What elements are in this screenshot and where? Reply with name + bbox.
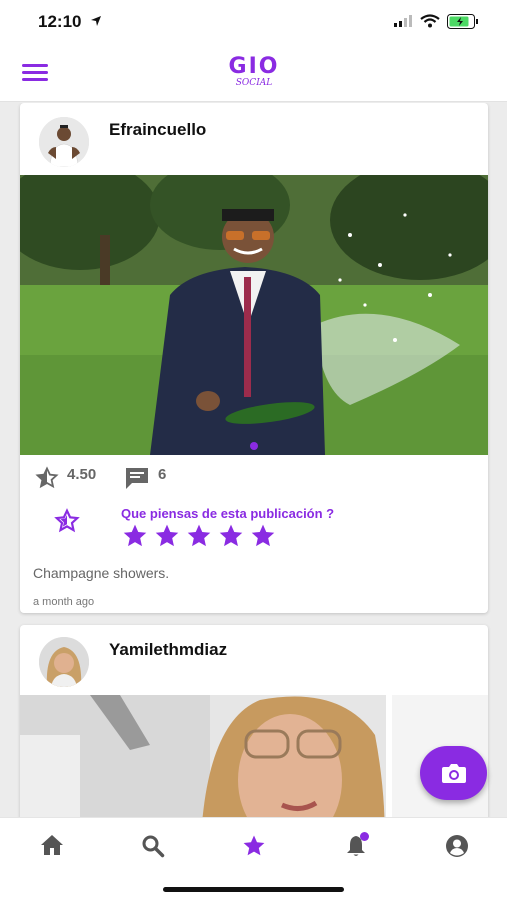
search-icon <box>142 835 165 858</box>
post-card: Efraincuello 4.50 6 Que piensas de esta … <box>20 103 488 613</box>
post-username[interactable]: Efraincuello <box>109 120 206 140</box>
cellular-signal-icon <box>394 15 412 27</box>
home-indicator <box>163 887 344 892</box>
star-icon <box>243 835 265 856</box>
rating-star-5-icon[interactable] <box>250 523 276 549</box>
post-photo[interactable] <box>20 695 488 817</box>
bottom-navigation <box>0 817 507 900</box>
star-rating-input[interactable] <box>122 523 276 549</box>
carousel-indicator-dot <box>250 442 258 450</box>
comment-count: 6 <box>158 466 167 483</box>
app-bar: GIO SOCIAL <box>0 48 507 102</box>
notification-badge <box>360 832 369 841</box>
nav-favorites-button[interactable] <box>234 826 274 862</box>
post-timestamp: a month ago <box>33 596 95 608</box>
post-card: Yamilethmdiaz <box>20 625 488 817</box>
post-photo[interactable] <box>20 175 488 455</box>
feed[interactable]: Efraincuello 4.50 6 Que piensas de esta … <box>0 103 507 817</box>
hamburger-menu-icon[interactable] <box>22 64 48 86</box>
status-time: 12:10 <box>38 12 82 31</box>
app-logo: GIO SOCIAL <box>224 54 284 96</box>
camera-fab-button[interactable] <box>420 746 487 800</box>
rating-star-4-icon[interactable] <box>218 523 244 549</box>
battery-icon <box>447 14 478 29</box>
rating-value: 4.50 <box>67 466 97 483</box>
nav-notifications-button[interactable] <box>336 826 376 862</box>
home-icon <box>41 835 63 855</box>
wifi-icon <box>420 14 440 28</box>
camera-icon <box>442 764 466 783</box>
rating-star-3-icon[interactable] <box>186 523 212 549</box>
rate-post-star-icon[interactable] <box>54 508 80 534</box>
profile-icon <box>446 835 468 857</box>
comment-icon[interactable] <box>124 466 150 490</box>
status-bar: 12:10 <box>0 0 507 48</box>
post-caption: Champagne showers. <box>33 565 170 581</box>
rating-star-2-icon[interactable] <box>154 523 180 549</box>
location-arrow-icon <box>91 16 101 26</box>
nav-home-button[interactable] <box>32 826 72 862</box>
rating-star-1-icon[interactable] <box>122 523 148 549</box>
rate-prompt: Que piensas de esta publicación ? <box>121 506 335 521</box>
rating-star-icon <box>35 466 59 489</box>
nav-profile-button[interactable] <box>437 826 477 862</box>
avatar[interactable] <box>39 637 89 687</box>
avatar[interactable] <box>39 117 89 167</box>
logo-main-text: GIO <box>228 54 280 79</box>
post-username[interactable]: Yamilethmdiaz <box>109 640 227 660</box>
nav-search-button[interactable] <box>133 826 173 862</box>
logo-sub-text: SOCIAL <box>235 78 273 88</box>
